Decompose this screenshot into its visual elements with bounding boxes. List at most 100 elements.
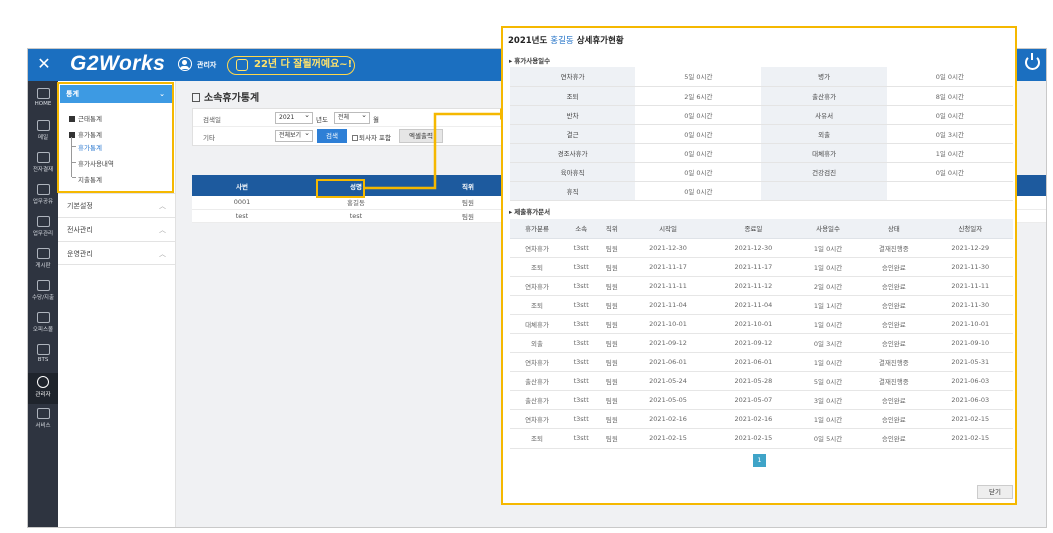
document-cell: 0일 3시간 [796,333,861,354]
summary-value: 0일 0시간 [635,181,762,201]
nav-item-task[interactable]: 업무관리 [28,213,58,244]
summary-row: 조퇴 2일 6시간 출산휴가 8일 0시간 [510,86,1013,106]
document-cell: 2021-05-05 [625,390,711,411]
sidebar-group-basic-settings[interactable]: 기본설정 ︿ [58,193,175,217]
table-row[interactable]: 연차휴가 t3stt 팀원 2021-12-30 2021-12-30 1일 0시간 결재진… [510,238,1013,258]
document-cell: 승인완료 [860,276,928,296]
document-cell: 결재진행중 [860,352,928,373]
document-cell: 1일 0시간 [796,352,861,373]
section-title-documents: 제출휴가문서 [509,206,550,216]
nav-label: 오피스몰 [32,327,54,333]
document-cell: 2021-10-01 [710,314,797,334]
bts-icon [36,344,50,355]
document-cell: 승인완료 [860,390,928,411]
nav-item-admin[interactable]: 관리자 [28,373,58,404]
group-label: 전사관리 [67,226,93,234]
document-cell: 승인완료 [860,295,928,315]
document-cell: 2021-06-03 [927,371,1013,392]
table-row[interactable]: 연차휴가 t3stt 팀원 2021-02-16 2021-02-16 1일 0시간 승인완… [510,409,1013,430]
home-icon [36,88,50,99]
document-cell: 2021-11-30 [927,295,1013,315]
document-cell: 1일 0시간 [796,314,861,334]
table-row[interactable]: 출산휴가 t3stt 팀원 2021-05-05 2021-05-07 3일 0시간 승인완… [510,390,1013,411]
cell-emp-no: 0001 [192,196,292,210]
user-icon[interactable] [178,57,192,71]
cell-name-link[interactable]: test [292,209,420,223]
nav-item-bts[interactable]: BTS [28,341,58,372]
power-icon[interactable] [1025,53,1040,70]
document-cell: 대체휴가 [510,314,565,334]
document-cell: 결재진행중 [860,371,928,392]
checkbox-icon[interactable] [352,135,358,141]
document-cell: 결재진행중 [860,238,928,258]
table-row[interactable]: 외출 t3stt 팀원 2021-09-12 2021-09-12 0일 3시간 승인완료 2… [510,333,1013,354]
document-cell: 팀원 [598,390,626,411]
group-label: 운영관리 [67,250,93,258]
document-cell: 2021-09-12 [710,333,797,354]
table-row[interactable]: 출산휴가 t3stt 팀원 2021-05-24 2021-05-28 5일 0시간 결재진… [510,371,1013,392]
document-cell: 팀원 [598,333,626,354]
nav-item-service[interactable]: 서비스 [28,405,58,436]
summary-row: 결근 0일 0시간 외출 0일 3시간 [510,124,1013,144]
summary-value: 0일 3시간 [886,124,1013,144]
app-logo[interactable]: G2Works [70,52,165,76]
column-header[interactable]: 사번 [192,175,292,196]
view-select[interactable]: 전체보기 [275,128,313,142]
summary-label: 반차 [510,105,636,125]
document-cell: 1일 0시간 [796,257,861,277]
table-row[interactable]: 조퇴 t3stt 팀원 2021-11-17 2021-11-17 1일 0시간 승인완료 2… [510,257,1013,277]
document-cell: 2021-11-17 [625,257,711,277]
pagination-page-button[interactable]: 1 [753,454,766,467]
office-mall-icon [36,312,50,323]
nav-item-home[interactable]: HOME [28,85,58,116]
document-cell: 2021-12-30 [625,238,711,258]
summary-label: 대체휴가 [761,143,887,163]
nav-item-board[interactable]: 게시판 [28,245,58,276]
year-select[interactable]: 2021 [275,110,313,124]
document-cell: 팀원 [598,276,626,296]
popup-title-suffix: 상세휴가현황 [576,36,624,46]
document-cell: 2021-11-04 [625,295,711,315]
close-icon[interactable]: ✕ [36,55,52,73]
document-cell: 조퇴 [510,295,565,315]
sidebar-group-operations[interactable]: 운영관리 ︿ [58,241,175,265]
year-unit: 년도 [316,116,328,124]
document-cell: 1일 0시간 [796,409,861,430]
admin-label[interactable]: 관리자 [197,60,216,70]
column-header: 직위 [598,219,626,239]
nav-item-expense[interactable]: 수당/지출 [28,277,58,308]
column-header: 종료일 [710,219,797,239]
approval-icon [36,152,50,163]
document-cell: 연차휴가 [510,238,565,258]
document-cell: t3stt [564,333,599,354]
document-cell: 2021-12-30 [710,238,797,258]
column-header: 사용일수 [796,219,861,239]
sidebar-group-company-management[interactable]: 전사관리 ︿ [58,217,175,241]
table-row[interactable]: 연차휴가 t3stt 팀원 2021-06-01 2021-06-01 1일 0시간 결재진… [510,352,1013,373]
table-row[interactable]: 대체휴가 t3stt 팀원 2021-10-01 2021-10-01 1일 0시간 승인완… [510,314,1013,334]
summary-label: 사유서 [761,105,887,125]
document-icon [192,93,200,102]
document-cell: 조퇴 [510,257,565,277]
nav-item-office-mall[interactable]: 오피스몰 [28,309,58,340]
summary-value: 0일 0시간 [886,67,1013,87]
document-cell: 2021-02-15 [710,428,797,449]
nav-item-mail[interactable]: 메일 [28,117,58,148]
search-button[interactable]: 검색 [317,129,347,143]
summary-value: 0일 0시간 [635,143,762,163]
icon-nav: HOME 메일 전자결재 업무공유 업무관리 게시판 수당/지출오피스몰 BTS 관리자서비스 [28,81,58,527]
table-row[interactable]: 연차휴가 t3stt 팀원 2021-11-11 2021-11-12 2일 0시간 승인완… [510,276,1013,296]
nav-label: 서비스 [35,423,51,429]
table-row[interactable]: 조퇴 t3stt 팀원 2021-11-04 2021-11-04 1일 1시간 승인완료 2… [510,295,1013,315]
chevron-up-icon: ︿ [159,250,166,258]
table-row[interactable]: 조퇴 t3stt 팀원 2021-02-15 2021-02-15 0일 5시간 승인완료 2… [510,428,1013,449]
document-cell: 팀원 [598,371,626,392]
expense-icon [36,280,50,291]
nav-item-share[interactable]: 업무공유 [28,181,58,212]
document-cell: 승인완료 [860,314,928,334]
close-button[interactable]: 닫기 [977,485,1013,499]
document-cell: 2021-11-12 [710,276,797,296]
nav-item-approval[interactable]: 전자결재 [28,149,58,180]
document-cell: 출산휴가 [510,390,565,411]
table-header-row: 휴가분류 소속 직위 시작일 종료일 사용일수 상태 신청일자 [510,219,1013,239]
